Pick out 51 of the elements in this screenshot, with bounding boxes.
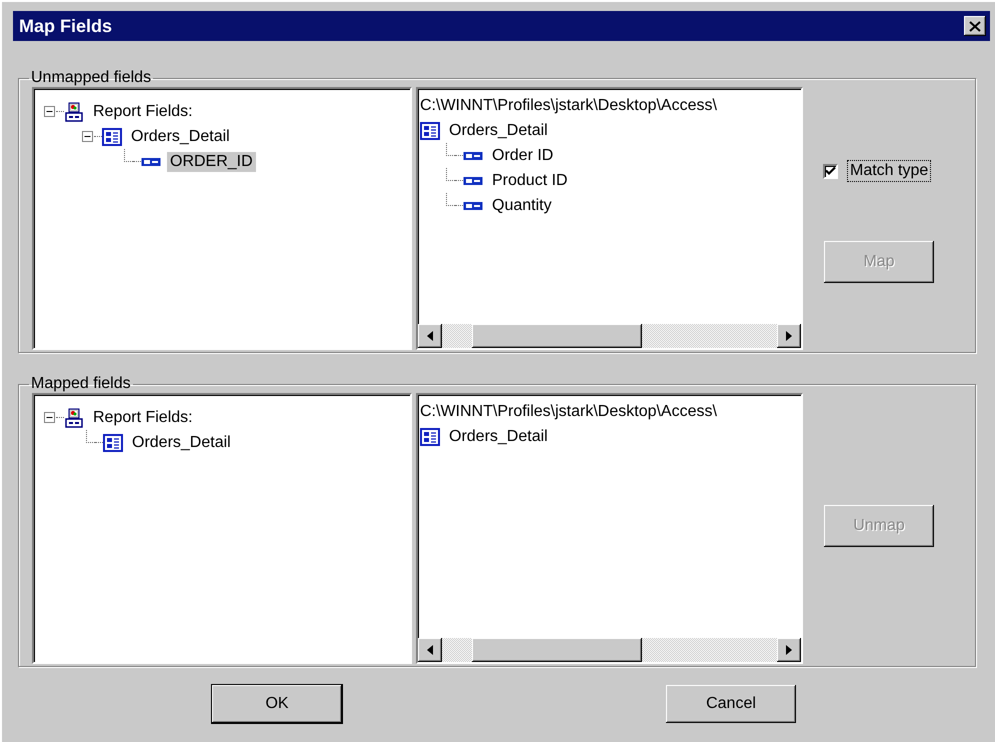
scroll-left-button[interactable] <box>418 324 442 348</box>
tree-item[interactable]: Quantity <box>489 196 555 216</box>
tree-item[interactable]: Report Fields: <box>90 102 196 122</box>
checkbox-label[interactable]: Match type <box>848 161 930 181</box>
scroll-right-button[interactable] <box>777 638 801 662</box>
expander-icon[interactable] <box>82 131 93 142</box>
horizontal-scrollbar[interactable] <box>418 638 801 662</box>
expander-icon[interactable] <box>44 412 55 423</box>
close-icon <box>969 20 981 32</box>
left-arrow-icon <box>427 645 433 655</box>
computer-icon <box>64 102 84 122</box>
tree-item[interactable]: Order ID <box>489 146 556 166</box>
tree-view[interactable]: C:\WINNT\Profiles\jstark\Desktop\Access\ Orders_Detail Order ID Product ID Quantity <box>416 87 803 350</box>
window-title: Map Fields <box>19 16 112 36</box>
tree-item[interactable]: Report Fields: <box>90 408 196 428</box>
tree-view[interactable]: C:\WINNT\Profiles\jstark\Desktop\Access\ Orders_Detail <box>416 393 803 664</box>
field-icon <box>463 176 483 186</box>
close-button[interactable] <box>964 16 986 36</box>
tree-item[interactable]: Orders_Detail <box>128 126 233 146</box>
right-arrow-icon <box>786 331 792 341</box>
tree-item[interactable]: ORDER_ID <box>167 152 256 172</box>
tree-item[interactable]: Product ID <box>489 170 571 190</box>
tree-view[interactable]: Report Fields: Orders_Detail ORDER_ID <box>32 87 412 350</box>
group-label: Unmapped fields <box>30 69 152 87</box>
scroll-right-button[interactable] <box>777 324 801 348</box>
scrollbar-thumb[interactable] <box>472 638 642 662</box>
tree-item[interactable]: Orders_Detail <box>446 426 551 446</box>
field-icon <box>141 156 161 166</box>
field-icon <box>463 200 483 210</box>
form-icon <box>420 122 440 140</box>
check-icon <box>825 166 836 176</box>
tree-view[interactable]: Report Fields: Orders_Detail <box>32 393 412 664</box>
form-icon <box>420 428 440 446</box>
form-icon <box>103 434 123 452</box>
horizontal-scrollbar[interactable] <box>418 324 801 348</box>
group-label: Mapped fields <box>30 375 132 393</box>
file-path: C:\WINNT\Profiles\jstark\Desktop\Access\ <box>419 96 718 116</box>
tree-item[interactable]: Orders_Detail <box>129 432 234 452</box>
expander-icon[interactable] <box>44 106 55 117</box>
checkbox[interactable] <box>823 164 838 178</box>
scroll-left-button[interactable] <box>418 638 442 662</box>
field-icon <box>463 150 483 160</box>
right-arrow-icon <box>786 645 792 655</box>
file-path: C:\WINNT\Profiles\jstark\Desktop\Access\ <box>419 402 718 422</box>
left-arrow-icon <box>427 331 433 341</box>
dialog-button[interactable]: OK <box>212 685 342 723</box>
scrollbar-thumb[interactable] <box>472 324 642 348</box>
tree-item[interactable]: Orders_Detail <box>446 120 551 140</box>
form-icon <box>102 128 122 146</box>
computer-icon <box>64 408 84 428</box>
dialog-button[interactable]: Cancel <box>666 685 796 723</box>
